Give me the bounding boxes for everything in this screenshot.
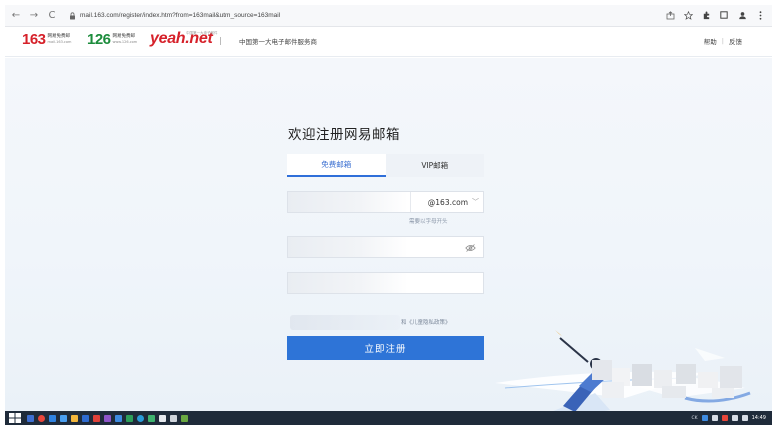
link-separator: | [721,37,724,45]
header-divider [220,37,221,45]
tray-app-icon[interactable] [721,415,728,421]
lock-icon[interactable] [67,11,77,21]
tab-free-mail[interactable]: 免费邮箱 [287,154,386,177]
clock[interactable]: 14:49 [752,415,766,421]
email-hint: 需要以字母开头 [409,219,448,225]
volume-icon[interactable] [741,415,748,421]
forward-icon[interactable]: → [27,9,41,23]
taskbar-app-icon[interactable] [38,414,45,422]
mailbox-type-tabs: 免费邮箱 VIP邮箱 [287,154,484,177]
slogan: 中国第一大电子邮件服务商 [239,38,317,46]
agreement-checkbox-redacted[interactable] [290,315,400,330]
address-bar[interactable]: mail.163.com/register/index.htm?from=163… [80,12,280,19]
taskbar-app-icon[interactable] [93,414,100,422]
star-icon[interactable] [682,8,694,22]
taskbar-app-icon[interactable] [170,414,177,422]
children-privacy-link[interactable]: 和《儿童隐私政策》 [401,318,451,326]
feedback-link[interactable]: 反馈 [729,36,742,46]
logo-163-domain: mail.163.com [47,39,72,44]
windows-start-icon[interactable] [9,413,21,423]
taskbar-app-icon[interactable] [181,414,188,422]
email-input-redacted[interactable] [288,192,408,212]
network-icon[interactable] [731,415,738,421]
logo-126-domain: www.126.com [112,39,138,44]
tab-search-icon[interactable] [718,8,730,22]
register-button[interactable]: 立即注册 [287,336,484,360]
email-domain-value: @163.com [427,197,468,207]
header-links: 帮助 | 反馈 [704,36,742,46]
taskbar-app-icon[interactable] [115,414,122,422]
taskbar-app-icon[interactable] [104,414,111,422]
taskbar-app-icon[interactable] [49,414,56,422]
logo-yeah-tag: 中国第一大电子邮件 [186,31,218,35]
register-area: 欢迎注册网易邮箱 免费邮箱 VIP邮箱 @163.com ﹀ 需要以字母开头 和… [5,58,772,411]
eye-off-icon[interactable] [465,243,476,252]
logo-163[interactable]: 163 网易免费邮 mail.163.com [22,31,71,48]
logo-126-subtitle: 网易免费邮 [112,34,136,39]
extension-icon[interactable] [700,8,712,22]
taskbar-app-icon[interactable] [137,414,144,422]
back-icon[interactable]: ← [9,9,23,23]
logo-163-subtitle: 网易免费邮 [47,34,71,39]
ime-indicator[interactable]: CK [691,416,697,421]
share-icon[interactable] [664,8,676,22]
taskbar-app-icon[interactable] [159,414,166,422]
email-field[interactable]: @163.com ﹀ [287,191,484,213]
taskbar-app-icon[interactable] [27,414,34,422]
logo-163-number: 163 [22,31,46,48]
tab-vip-mail[interactable]: VIP邮箱 [385,154,484,177]
menu-icon[interactable] [754,8,766,22]
taskbar-app-icon[interactable] [60,414,67,422]
chevron-down-icon: ﹀ [472,198,479,206]
page-title: 欢迎注册网易邮箱 [288,127,400,143]
profile-icon[interactable] [736,8,748,22]
password-input-redacted[interactable] [288,237,408,257]
taskbar-app-icon[interactable] [148,414,155,422]
os-taskbar: CK 14:49 [5,411,772,425]
folder-icon[interactable] [71,414,78,422]
logo-126[interactable]: 126 网易免费邮 www.126.com [87,31,137,48]
chevron-up-icon[interactable] [711,415,718,421]
taskbar-app-icon[interactable] [126,414,133,422]
system-tray: CK 14:49 [691,411,766,425]
site-header: 163 网易免费邮 mail.163.com 126 网易免费邮 www.126… [5,27,772,57]
logo-yeah[interactable]: yeah.net 中国第一大电子邮件 [150,30,218,48]
tray-app-icon[interactable] [701,415,708,421]
browser-toolbar: ← → C mail.163.com/register/index.htm?fr… [5,5,772,27]
screen: ← → C mail.163.com/register/index.htm?fr… [5,5,772,425]
email-domain-select[interactable]: @163.com ﹀ [410,192,485,212]
taskbar-app-icon[interactable] [82,414,89,422]
pixelated-redaction [592,360,742,398]
phone-input-redacted[interactable] [288,273,408,293]
taskbar-apps [27,414,188,422]
password-field[interactable] [287,236,484,258]
phone-field[interactable] [287,272,484,294]
reload-icon[interactable]: C [45,9,59,23]
help-link[interactable]: 帮助 [704,36,717,46]
logo-126-number: 126 [87,31,111,48]
